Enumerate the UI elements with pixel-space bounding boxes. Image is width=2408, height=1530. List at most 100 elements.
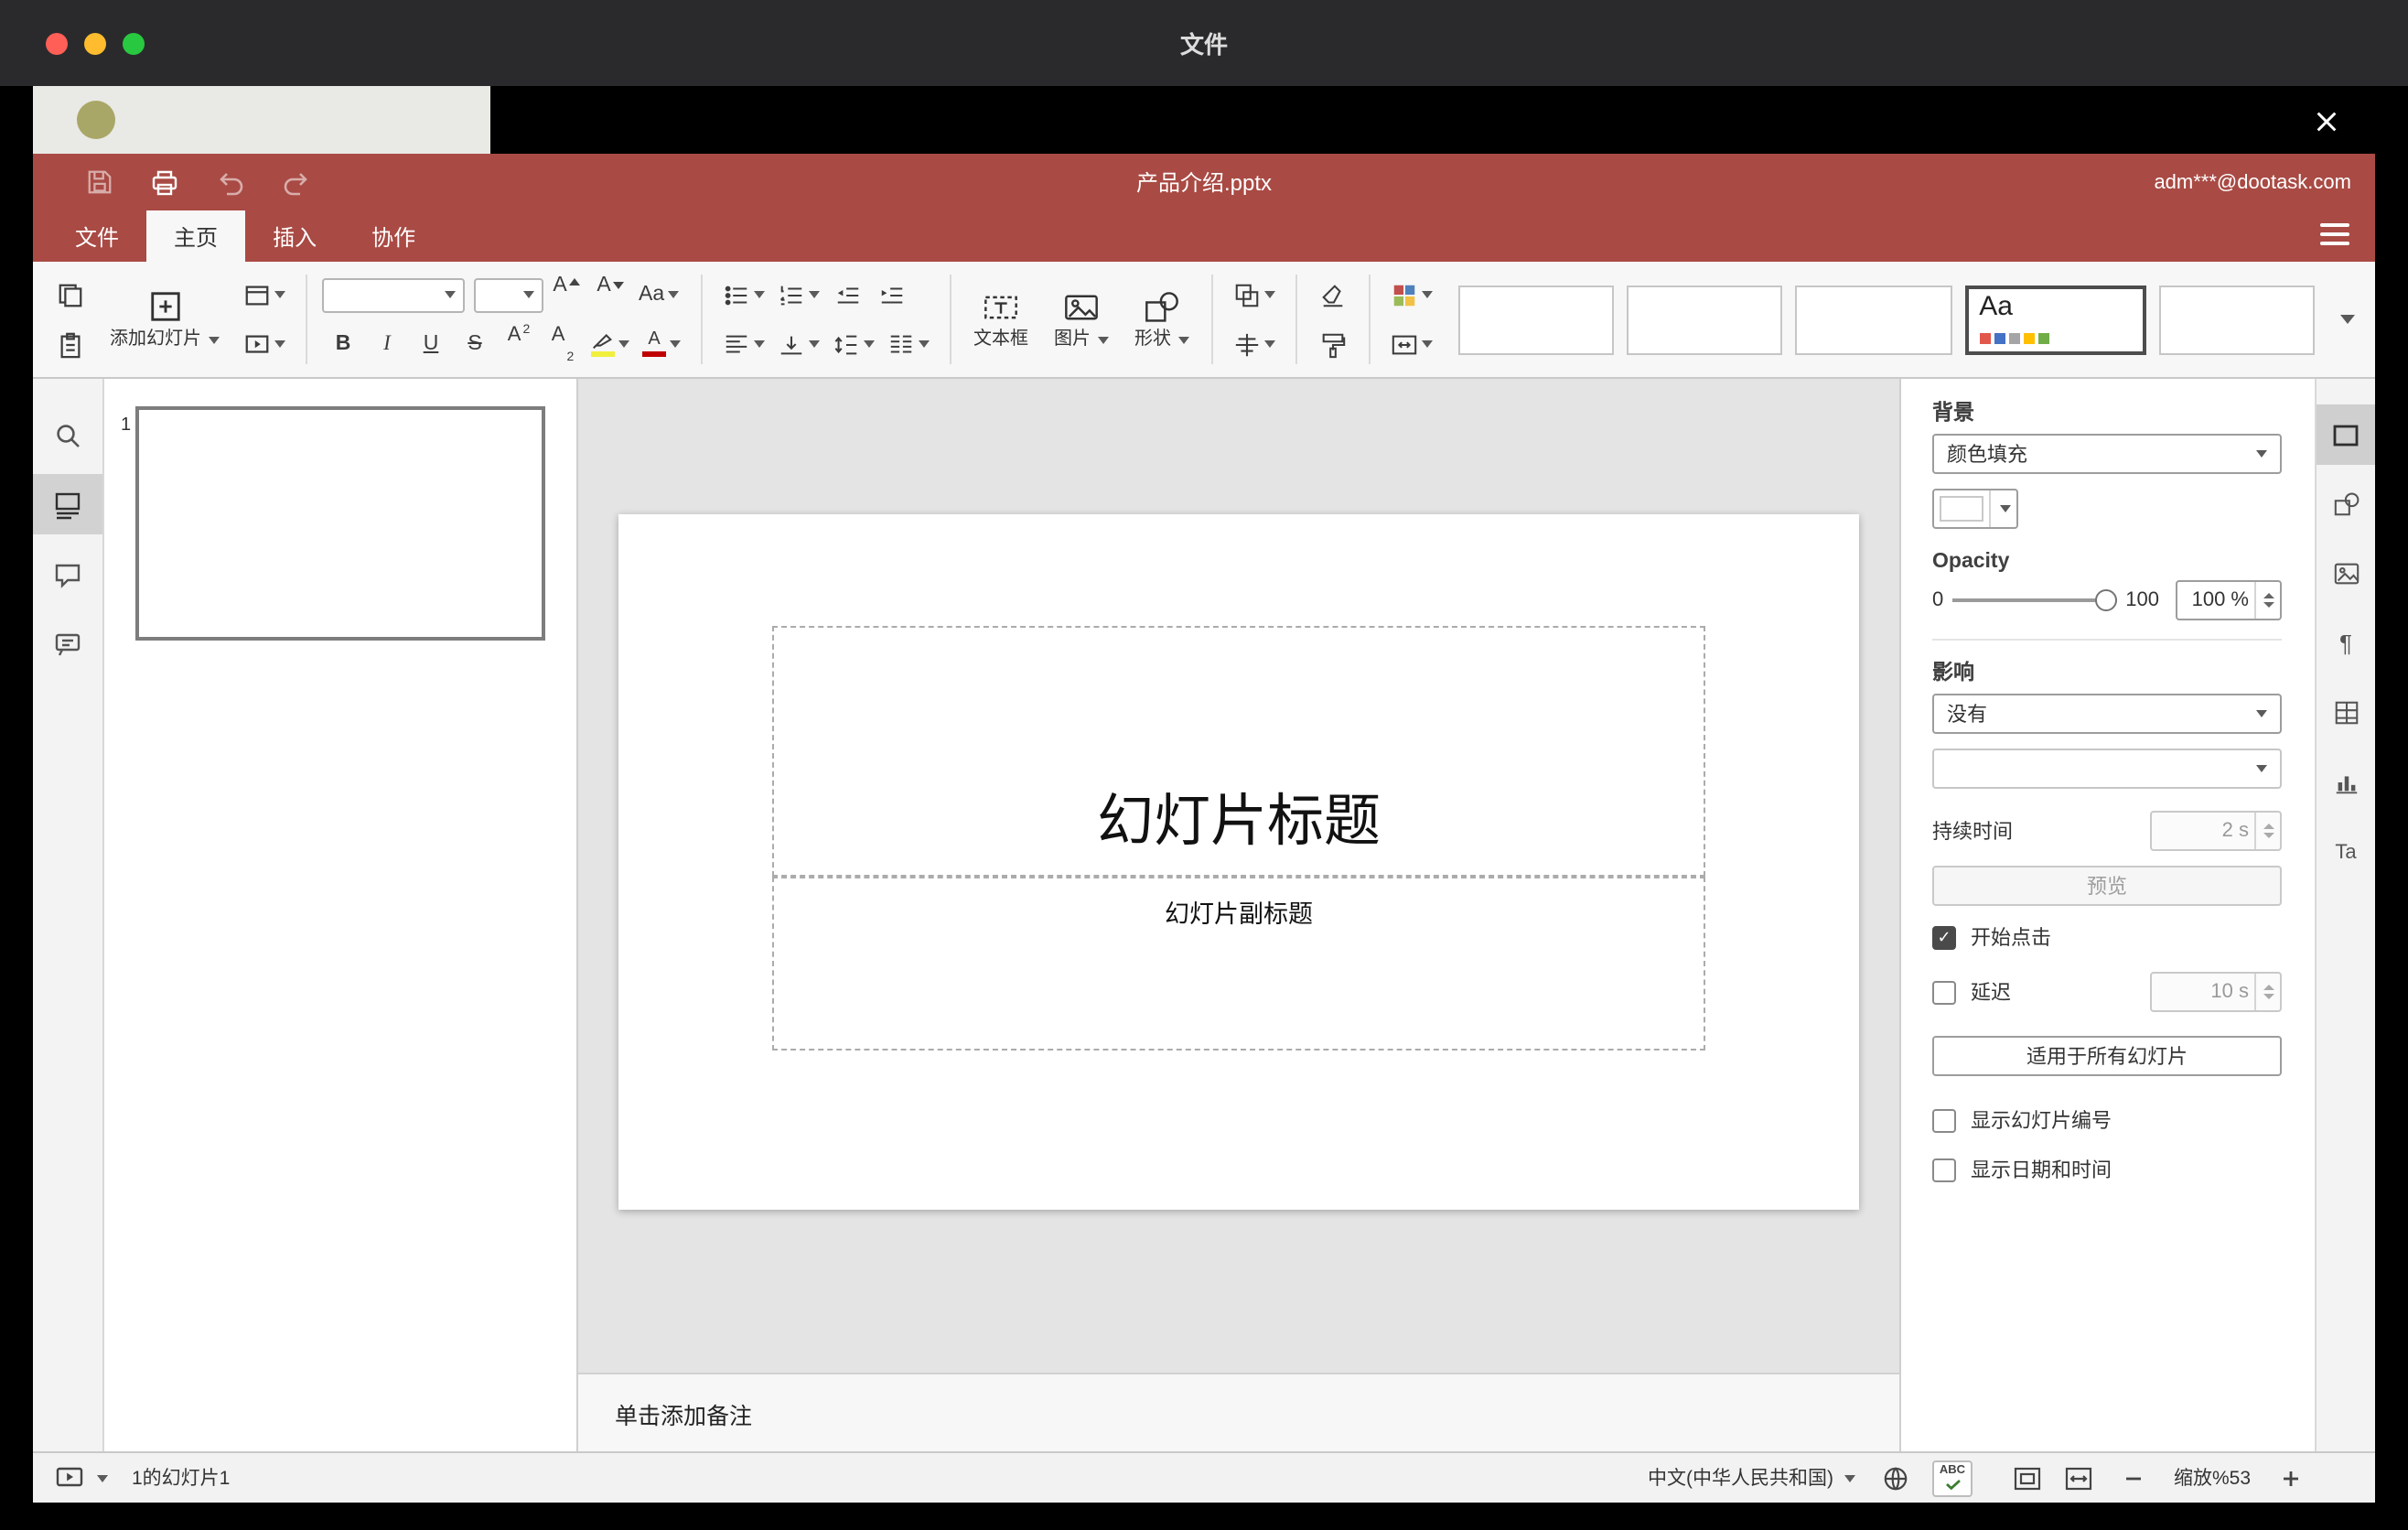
underline-button[interactable]: U <box>410 324 452 364</box>
apply-to-all-slides-button[interactable]: 适用于所有幻灯片 <box>1932 1036 2282 1076</box>
bullet-list-icon[interactable] <box>717 275 770 315</box>
horizontal-align-icon[interactable] <box>717 324 770 364</box>
table-settings-tab[interactable] <box>2317 683 2375 743</box>
tab-insert[interactable]: 插入 <box>245 210 344 262</box>
tab-file[interactable]: 文件 <box>48 210 146 262</box>
slide-subtitle-placeholder[interactable]: 幻灯片副标题 <box>772 877 1705 1051</box>
theme-option[interactable] <box>1795 285 1952 354</box>
slide-size-icon[interactable] <box>1385 324 1438 364</box>
duration-spinner[interactable]: 2 s <box>2150 811 2282 851</box>
preview-button[interactable]: 预览 <box>1932 866 2282 906</box>
slides-panel-button[interactable] <box>33 474 102 534</box>
image-settings-tab[interactable] <box>2317 544 2375 604</box>
theme-option[interactable] <box>2158 285 2316 354</box>
slide-settings-tab[interactable] <box>2317 404 2375 465</box>
chart-settings-tab[interactable] <box>2317 752 2375 813</box>
fit-slide-button[interactable] <box>2013 1463 2042 1492</box>
chat-button[interactable] <box>33 613 102 673</box>
document-language-button[interactable] <box>1881 1463 1910 1492</box>
line-spacing-icon[interactable] <box>827 324 880 364</box>
hamburger-menu-icon[interactable] <box>2320 223 2349 245</box>
notes-area[interactable]: 单击添加备注 <box>578 1373 1899 1451</box>
slide-layout-icon[interactable] <box>238 275 291 315</box>
effect-select[interactable]: 没有 <box>1932 694 2282 734</box>
zoom-in-button[interactable] <box>2280 1467 2302 1489</box>
insert-textbox-button[interactable]: 文本框 <box>961 262 1041 377</box>
background-fill-select[interactable]: 颜色填充 <box>1932 434 2282 474</box>
spellcheck-icon: ABC <box>1932 1460 1973 1496</box>
opacity-slider[interactable] <box>1952 589 2117 611</box>
shape-settings-tab[interactable] <box>2317 474 2375 534</box>
font-size-combo[interactable] <box>474 277 543 312</box>
insert-shape-button[interactable]: 形状 <box>1122 262 1202 377</box>
superscript-button[interactable]: A2 <box>498 324 540 364</box>
start-slideshow-status-button[interactable] <box>55 1463 84 1492</box>
show-slide-number-checkbox[interactable] <box>1932 1108 1956 1132</box>
slide-title-placeholder[interactable]: 幻灯片标题 <box>772 626 1705 877</box>
shape-settings-icon <box>2333 492 2359 516</box>
background-color-picker[interactable] <box>1932 489 2018 529</box>
language-selector[interactable]: 中文(中华人民共和国) <box>1648 1464 1855 1492</box>
search-button[interactable] <box>33 404 102 465</box>
copy-icon[interactable] <box>49 275 91 315</box>
tab-collaboration[interactable]: 协作 <box>344 210 443 262</box>
numbered-list-icon[interactable] <box>772 275 825 315</box>
decrease-font-size-button[interactable]: A <box>589 275 631 315</box>
columns-icon[interactable] <box>882 324 935 364</box>
textart-settings-tab[interactable]: Ta <box>2317 822 2375 882</box>
vertical-align-icon[interactable] <box>772 324 825 364</box>
arrange-shapes-icon[interactable] <box>1228 275 1281 315</box>
comments-button[interactable] <box>33 544 102 604</box>
theme-option[interactable] <box>1627 285 1783 354</box>
theme-gallery-expand-button[interactable] <box>2327 262 2364 377</box>
fit-width-button[interactable] <box>2064 1463 2093 1492</box>
tab-home[interactable]: 主页 <box>146 210 246 262</box>
theme-option-selected[interactable]: Aa <box>1964 285 2146 354</box>
italic-button[interactable]: I <box>366 324 408 364</box>
bold-button[interactable]: B <box>322 324 364 364</box>
opacity-spinner[interactable]: 100 % <box>2176 580 2282 620</box>
copy-style-icon[interactable] <box>1312 324 1354 364</box>
increase-font-size-button[interactable]: A <box>545 275 587 315</box>
start-slideshow-icon[interactable] <box>238 324 291 364</box>
print-icon[interactable] <box>146 164 183 200</box>
theme-option[interactable] <box>1458 285 1615 354</box>
undo-icon[interactable] <box>212 164 249 200</box>
clear-style-icon[interactable] <box>1312 275 1354 315</box>
spinner-arrows[interactable] <box>2254 582 2280 619</box>
slide-thumbnail[interactable] <box>135 406 545 641</box>
font-color-button[interactable]: A <box>637 324 686 364</box>
add-slide-button[interactable]: 添加幻灯片 <box>97 262 232 377</box>
spinner-arrows[interactable] <box>2254 974 2280 1010</box>
insert-image-button[interactable]: 图片 <box>1041 262 1122 377</box>
zoom-out-button[interactable] <box>2123 1467 2145 1489</box>
close-icon[interactable] <box>2307 102 2344 139</box>
spinner-arrows[interactable] <box>2254 813 2280 849</box>
paragraph-settings-tab[interactable]: ¶ <box>2317 613 2375 673</box>
effect-type-select[interactable] <box>1932 749 2282 789</box>
decrease-indent-icon[interactable] <box>827 275 869 315</box>
color-scheme-icon[interactable] <box>1385 275 1438 315</box>
slider-knob[interactable] <box>2094 589 2117 611</box>
chevron-down-icon <box>809 340 820 348</box>
slide-surface[interactable]: 幻灯片标题 幻灯片副标题 <box>618 514 1859 1210</box>
chevron-down-icon <box>754 291 765 298</box>
delay-spinner[interactable]: 10 s <box>2150 972 2282 1012</box>
zoom-level[interactable]: 缩放%53 <box>2159 1464 2265 1492</box>
increase-indent-icon[interactable] <box>871 275 913 315</box>
change-case-button[interactable]: Aa <box>633 275 684 315</box>
delay-checkbox[interactable] <box>1932 980 1956 1004</box>
strikethrough-button[interactable]: S <box>454 324 496 364</box>
align-shapes-icon[interactable] <box>1228 324 1281 364</box>
font-name-combo[interactable] <box>322 277 465 312</box>
redo-icon[interactable] <box>278 164 315 200</box>
slide-canvas[interactable]: 幻灯片标题 幻灯片副标题 <box>578 379 1899 1373</box>
save-icon[interactable] <box>81 164 117 200</box>
highlight-color-button[interactable] <box>586 324 635 364</box>
subscript-button[interactable]: A2 <box>542 324 584 364</box>
start-on-click-checkbox[interactable]: ✓ <box>1932 925 1956 949</box>
show-datetime-checkbox[interactable] <box>1932 1158 1956 1181</box>
spellcheck-button[interactable]: ABC <box>1932 1460 1973 1496</box>
paste-icon[interactable] <box>49 324 91 364</box>
start-on-click-row: ✓ 开始点击 <box>1932 922 2282 952</box>
